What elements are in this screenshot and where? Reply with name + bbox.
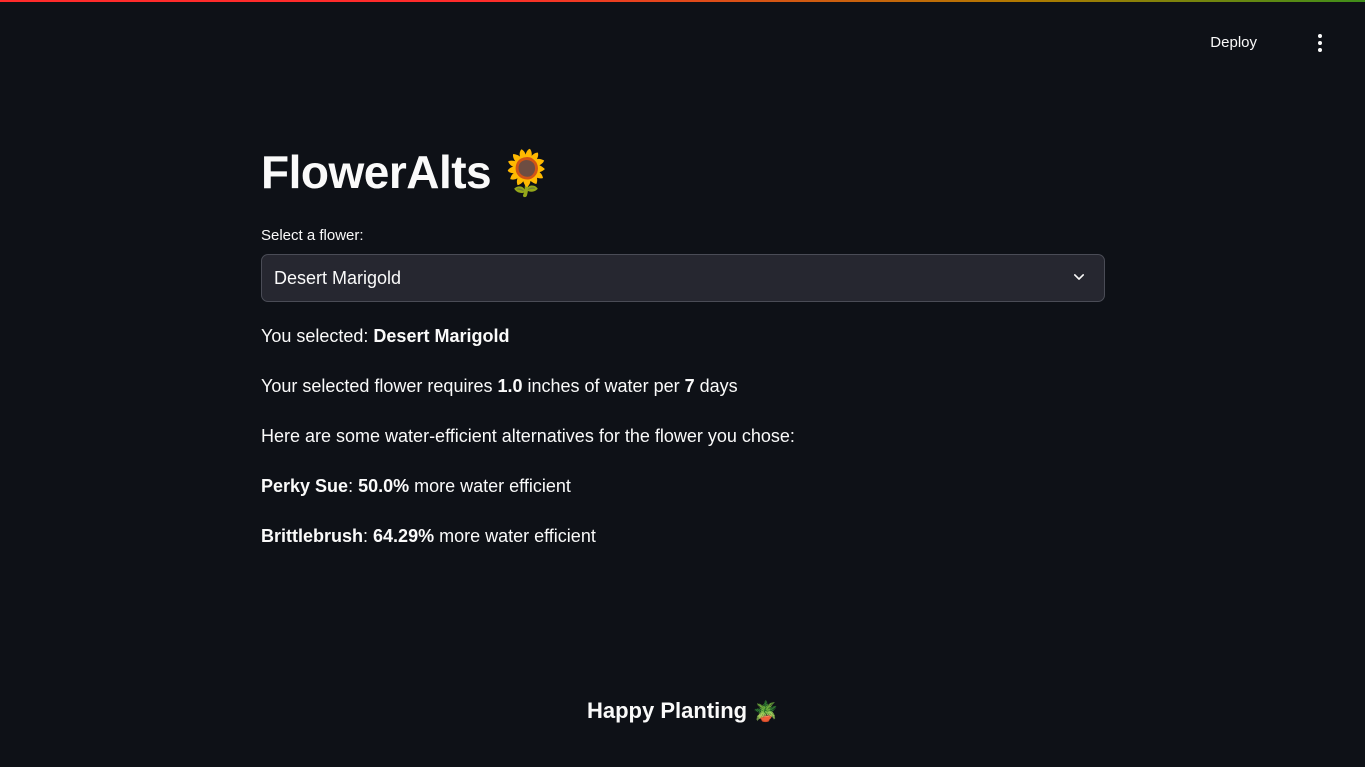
alternatives-intro: Here are some water-efficient alternativ… (261, 426, 795, 446)
water-days: 7 (684, 376, 695, 396)
chevron-down-icon (1074, 274, 1084, 280)
alternative-percent: 64.29% (373, 526, 435, 546)
footer-message: Happy Planting 🪴 (0, 697, 1365, 726)
flower-select-value: Desert Marigold (274, 268, 402, 288)
sunflower-icon: 🌻 (499, 149, 554, 198)
alternative-name: Brittlebrush (261, 526, 364, 546)
page-title-text: FlowerAlts (261, 146, 492, 198)
alternative-percent: 50.0% (358, 476, 410, 496)
alternative-name: Perky Sue (261, 476, 349, 496)
vertical-ellipsis-icon (1318, 34, 1322, 52)
flower-select-label: Select a flower: (261, 227, 364, 244)
alternative-item: Brittlebrush: 64.29% more water efficien… (261, 526, 596, 546)
water-requirement-text: Your selected flower requires 1.0 inches… (261, 376, 738, 396)
potted-plant-icon: 🪴 (753, 701, 779, 723)
selected-flower-name: Desert Marigold (373, 326, 510, 346)
alternative-item: Perky Sue: 50.0% more water efficient (261, 476, 571, 496)
flower-select[interactable]: Desert Marigold (261, 254, 1105, 302)
app-header: Deploy (1065, 0, 1365, 86)
water-amount: 1.0 (497, 376, 523, 396)
footer-text: Happy Planting (586, 698, 748, 723)
selected-flower-text: You selected: Desert Marigold (261, 326, 510, 346)
main-menu-button[interactable] (1305, 28, 1335, 58)
deploy-button[interactable]: Deploy (1206, 28, 1261, 58)
page-title: FlowerAlts 🌻 (261, 141, 554, 205)
